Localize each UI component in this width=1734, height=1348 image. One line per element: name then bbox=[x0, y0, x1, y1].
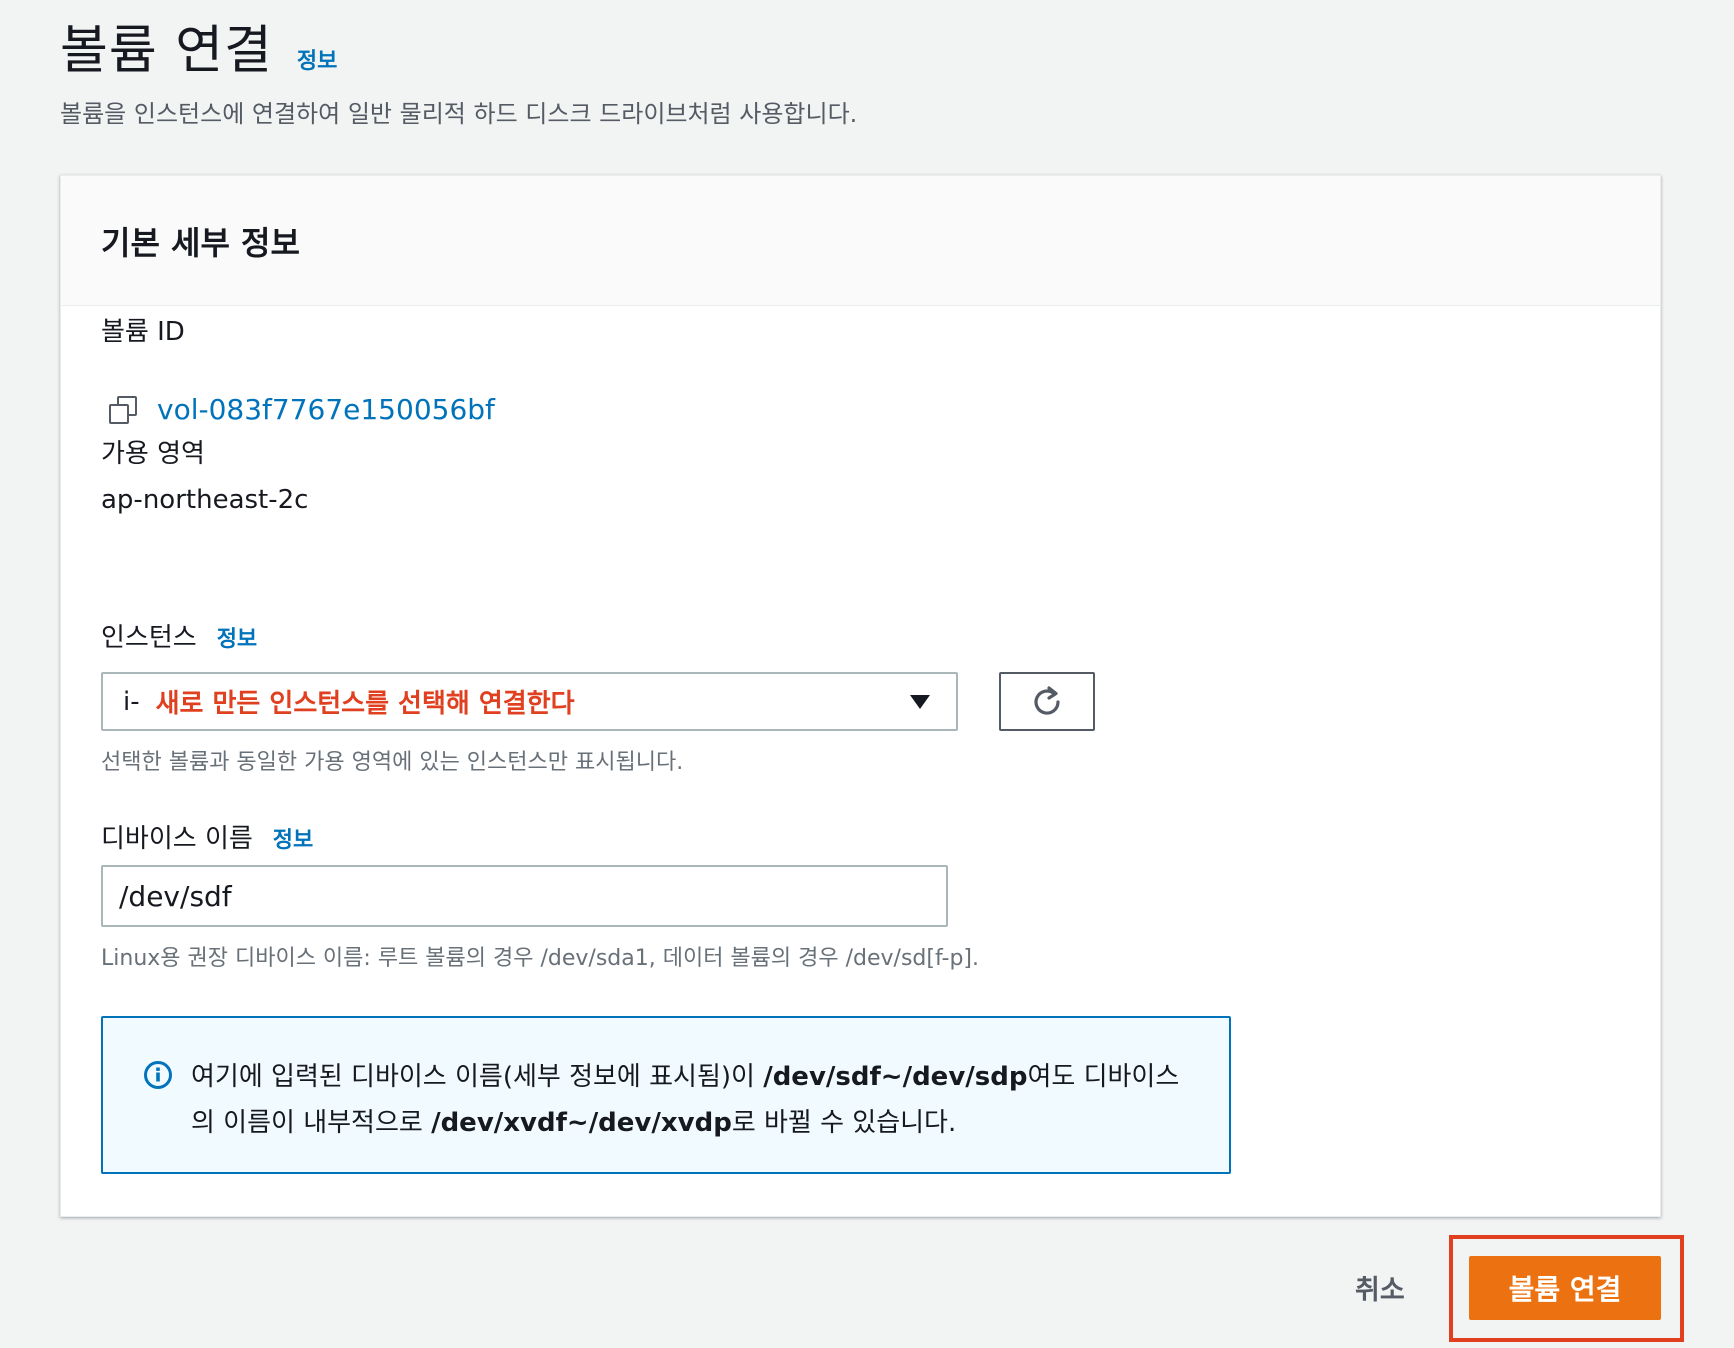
availability-zone-label-text: 가용 영역 bbox=[101, 439, 205, 469]
instance-info-link[interactable]: 정보 bbox=[217, 621, 257, 653]
device-name-info-link[interactable]: 정보 bbox=[273, 822, 313, 854]
device-name-label-text: 디바이스 이름 bbox=[101, 824, 253, 854]
page-header: 볼륨 연결 정보 bbox=[60, 8, 337, 83]
instance-select[interactable]: i- 새로 만든 인스턴스를 선택해 연결한다 bbox=[101, 672, 958, 731]
instance-select-value: 새로 만든 인스턴스를 선택해 연결한다 bbox=[155, 689, 575, 719]
refresh-icon bbox=[1034, 685, 1060, 715]
attach-volume-button[interactable]: 볼륨 연결 bbox=[1469, 1256, 1661, 1320]
instance-label: 인스턴스 정보 bbox=[101, 617, 257, 654]
instance-label-text: 인스턴스 bbox=[101, 623, 197, 653]
volume-id-label-text: 볼륨 ID bbox=[101, 317, 185, 347]
info-alert: 여기에 입력된 디바이스 이름(세부 정보에 표시됨)이 /dev/sdf~/d… bbox=[101, 1016, 1231, 1174]
instance-select-prefix: i- bbox=[123, 686, 140, 717]
instance-constraint-text: 선택한 볼륨과 동일한 가용 영역에 있는 인스턴스만 표시됩니다. bbox=[101, 750, 684, 775]
refresh-button[interactable] bbox=[999, 672, 1095, 731]
device-name-input[interactable] bbox=[101, 865, 948, 927]
page-title-row: 볼륨 연결 정보 bbox=[60, 8, 337, 83]
page-info-link[interactable]: 정보 bbox=[297, 43, 337, 75]
volume-id-label: 볼륨 ID bbox=[101, 311, 185, 348]
panel-header: 기본 세부 정보 bbox=[61, 176, 1660, 306]
alert-message: 여기에 입력된 디바이스 이름(세부 정보에 표시됨)이 /dev/sdf~/d… bbox=[191, 1062, 1180, 1138]
info-icon bbox=[144, 1061, 172, 1089]
basic-details-panel: 기본 세부 정보 볼륨 ID vol-083f7767e150056bf 가용 … bbox=[60, 175, 1661, 1217]
caret-down-icon bbox=[910, 695, 930, 709]
device-name-constraint-text: Linux용 권장 디바이스 이름: 루트 볼륨의 경우 /dev/sda1, … bbox=[101, 946, 979, 971]
availability-zone-value: ap-northeast-2c bbox=[101, 485, 309, 515]
device-name-label: 디바이스 이름 정보 bbox=[101, 818, 313, 855]
panel-title: 기본 세부 정보 bbox=[101, 223, 300, 262]
page-description: 볼륨을 인스턴스에 연결하여 일반 물리적 하드 디스크 드라이브처럼 사용합니… bbox=[60, 100, 858, 128]
attach-volume-page: 볼륨 연결 정보 볼륨을 인스턴스에 연결하여 일반 물리적 하드 디스크 드라… bbox=[0, 0, 1734, 1348]
availability-zone-label: 가용 영역 bbox=[101, 433, 205, 470]
volume-id-link[interactable]: vol-083f7767e150056bf bbox=[157, 393, 495, 426]
page-title: 볼륨 연결 bbox=[60, 21, 273, 81]
copy-icon[interactable] bbox=[107, 394, 139, 426]
volume-id-row: vol-083f7767e150056bf bbox=[107, 393, 495, 426]
cancel-button[interactable]: 취소 bbox=[1355, 1268, 1405, 1307]
